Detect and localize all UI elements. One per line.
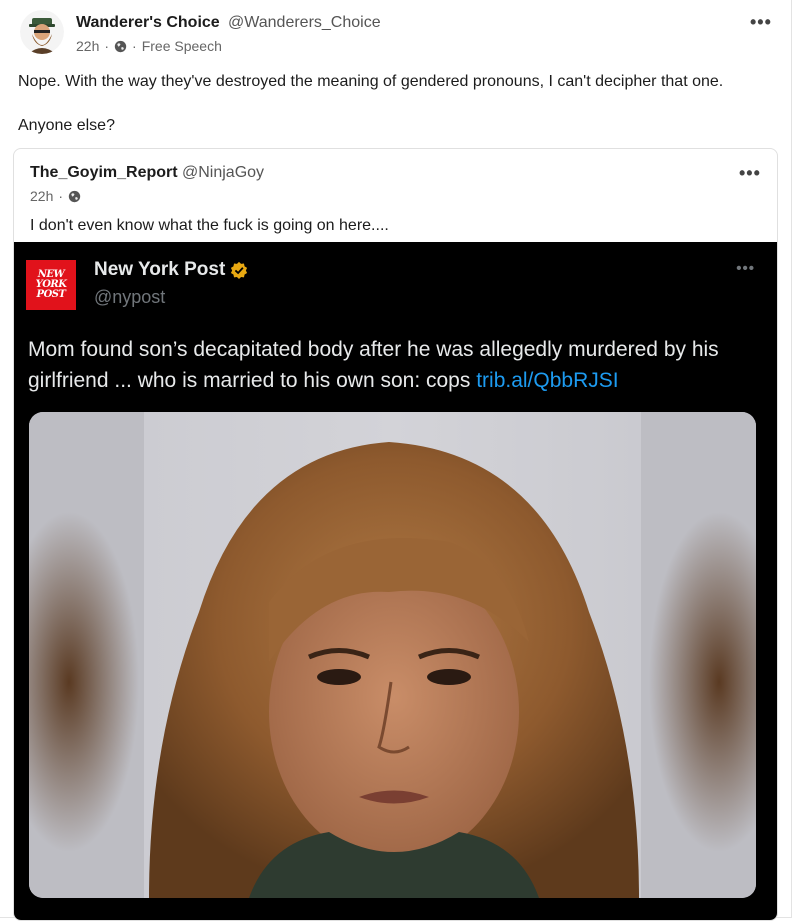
post-meta: 22h · · Free Speech (76, 38, 222, 54)
post-text-line-2: Anyone else? (18, 117, 115, 134)
post-author-name[interactable]: Wanderer's Choice (76, 14, 220, 32)
tweet-headline: Mom found son’s decapitated body after h… (28, 334, 748, 396)
tweet-author-handle: @nypost (94, 287, 166, 307)
quote-time[interactable]: 22h (30, 188, 53, 204)
separator-dot: · (104, 38, 110, 54)
post-author-handle[interactable]: @Wanderers_Choice (228, 14, 381, 32)
quote-author-name[interactable]: The_Goyim_Report (30, 164, 178, 182)
headline-link: trib.al/QbbRJSI (476, 369, 619, 392)
tweet-author-name: New York Post (94, 259, 226, 280)
verified-badge-icon (231, 261, 248, 279)
community-name[interactable]: Free Speech (142, 38, 222, 54)
globe-icon (68, 190, 81, 202)
globe-icon (114, 40, 127, 52)
quote-author-handle[interactable]: @NinjaGoy (182, 164, 264, 182)
more-icon[interactable]: ••• (739, 163, 761, 184)
avatar[interactable] (20, 10, 64, 54)
more-icon[interactable]: ••• (750, 12, 772, 33)
quote-text: I don't even know what the fuck is going… (30, 217, 389, 234)
more-icon: ••• (736, 260, 755, 277)
tweet-author: New York Post (94, 259, 248, 281)
post-text-line-1: Nope. With the way they've destroyed the… (18, 73, 724, 90)
post-time[interactable]: 22h (76, 38, 99, 54)
separator-dot: · (132, 38, 137, 54)
quote-meta: 22h · (30, 188, 81, 204)
logo-word: POST (36, 289, 66, 300)
mugshot-photo (29, 412, 756, 898)
separator-dot: · (58, 188, 64, 204)
quoted-post[interactable]: The_Goyim_Report @NinjaGoy ••• 22h · I d… (13, 148, 778, 921)
embedded-tweet-image[interactable]: NEW YORK POST New York Post @nypost ••• … (14, 242, 777, 920)
nypost-logo: NEW YORK POST (26, 260, 76, 310)
